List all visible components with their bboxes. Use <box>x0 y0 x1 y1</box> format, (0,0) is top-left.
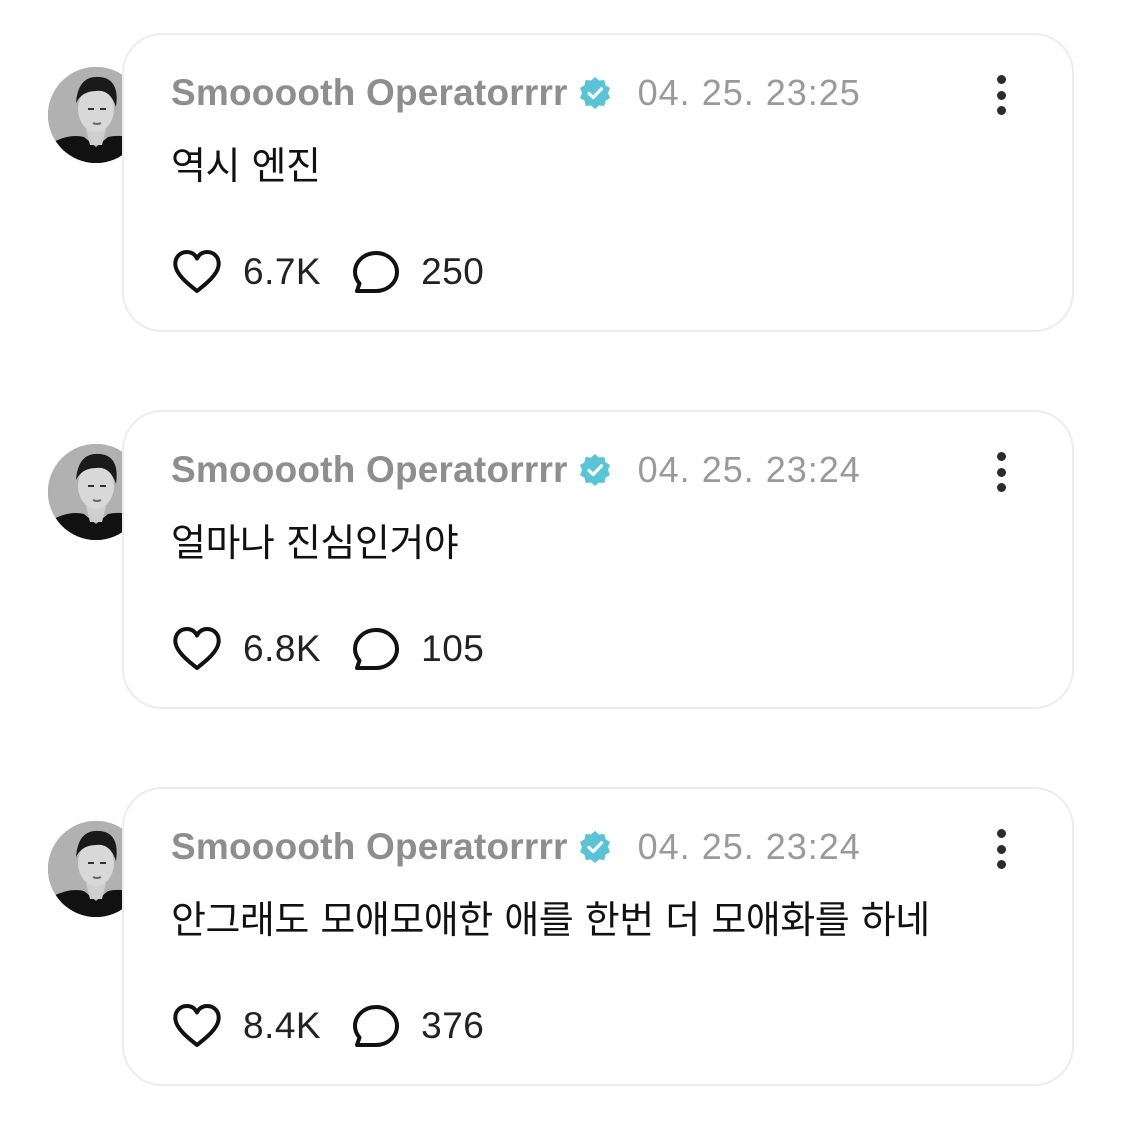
more-dot-icon <box>996 75 1006 84</box>
more-options-button[interactable] <box>986 75 1016 115</box>
post-header: Smooooth Operatorrrr 04. 25. 23:25 <box>171 71 861 115</box>
author-name[interactable]: Smooooth Operatorrrr <box>171 826 568 868</box>
post-header: Smooooth Operatorrrr 04. 25. 23:24 <box>171 825 861 869</box>
like-count: 6.7K <box>243 251 322 292</box>
post-timestamp: 04. 25. 23:24 <box>637 826 861 867</box>
verified-badge-icon <box>579 77 610 109</box>
like-button[interactable]: 8.4K <box>171 1002 321 1050</box>
more-options-button[interactable] <box>986 829 1016 869</box>
more-dot-icon <box>996 844 1006 854</box>
more-dot-icon <box>996 452 1006 461</box>
more-options-button[interactable] <box>986 452 1016 492</box>
more-dot-icon <box>996 860 1006 869</box>
more-dot-icon <box>996 467 1006 477</box>
like-button[interactable]: 6.7K <box>171 248 321 296</box>
post-card[interactable]: Smooooth Operatorrrr 04. 25. 23:24 얼마나 진… <box>122 410 1074 709</box>
post-actions: 6.8K 105 <box>171 624 484 674</box>
more-dot-icon <box>996 106 1006 115</box>
reply-button[interactable]: 250 <box>351 249 484 295</box>
reply-count: 376 <box>421 1005 485 1046</box>
verified-badge-icon <box>579 831 610 863</box>
more-dot-icon <box>996 90 1006 100</box>
author-name[interactable]: Smooooth Operatorrrr <box>171 449 568 491</box>
post-header: Smooooth Operatorrrr 04. 25. 23:24 <box>171 448 861 492</box>
reply-bubble-icon <box>353 251 400 293</box>
post-card[interactable]: Smooooth Operatorrrr 04. 25. 23:24 안그래도 … <box>122 787 1074 1086</box>
reply-count: 250 <box>421 251 485 292</box>
reply-bubble-icon <box>353 1005 400 1047</box>
post-text: 역시 엔진 <box>171 144 321 188</box>
reply-button[interactable]: 105 <box>351 626 484 672</box>
post-text: 얼마나 진심인거야 <box>171 521 459 565</box>
like-button[interactable]: 6.8K <box>171 625 321 673</box>
heart-icon <box>173 250 221 293</box>
author-name[interactable]: Smooooth Operatorrrr <box>171 72 568 114</box>
heart-icon <box>173 1004 221 1047</box>
post-actions: 8.4K 376 <box>171 1001 484 1051</box>
reply-button[interactable]: 376 <box>351 1003 484 1049</box>
reply-bubble-icon <box>353 628 400 670</box>
post-timestamp: 04. 25. 23:24 <box>637 449 861 490</box>
heart-icon <box>173 627 221 670</box>
verified-badge-icon <box>579 454 610 486</box>
post-text: 안그래도 모애모애한 애를 한번 더 모애화를 하네 <box>171 898 930 942</box>
more-dot-icon <box>996 829 1006 838</box>
like-count: 8.4K <box>243 1005 322 1046</box>
post-actions: 6.7K 250 <box>171 247 484 297</box>
post-timestamp: 04. 25. 23:25 <box>637 72 861 113</box>
more-dot-icon <box>996 483 1006 492</box>
like-count: 6.8K <box>243 628 322 669</box>
post-card[interactable]: Smooooth Operatorrrr 04. 25. 23:25 역시 엔진… <box>122 33 1074 332</box>
reply-count: 105 <box>421 628 485 669</box>
